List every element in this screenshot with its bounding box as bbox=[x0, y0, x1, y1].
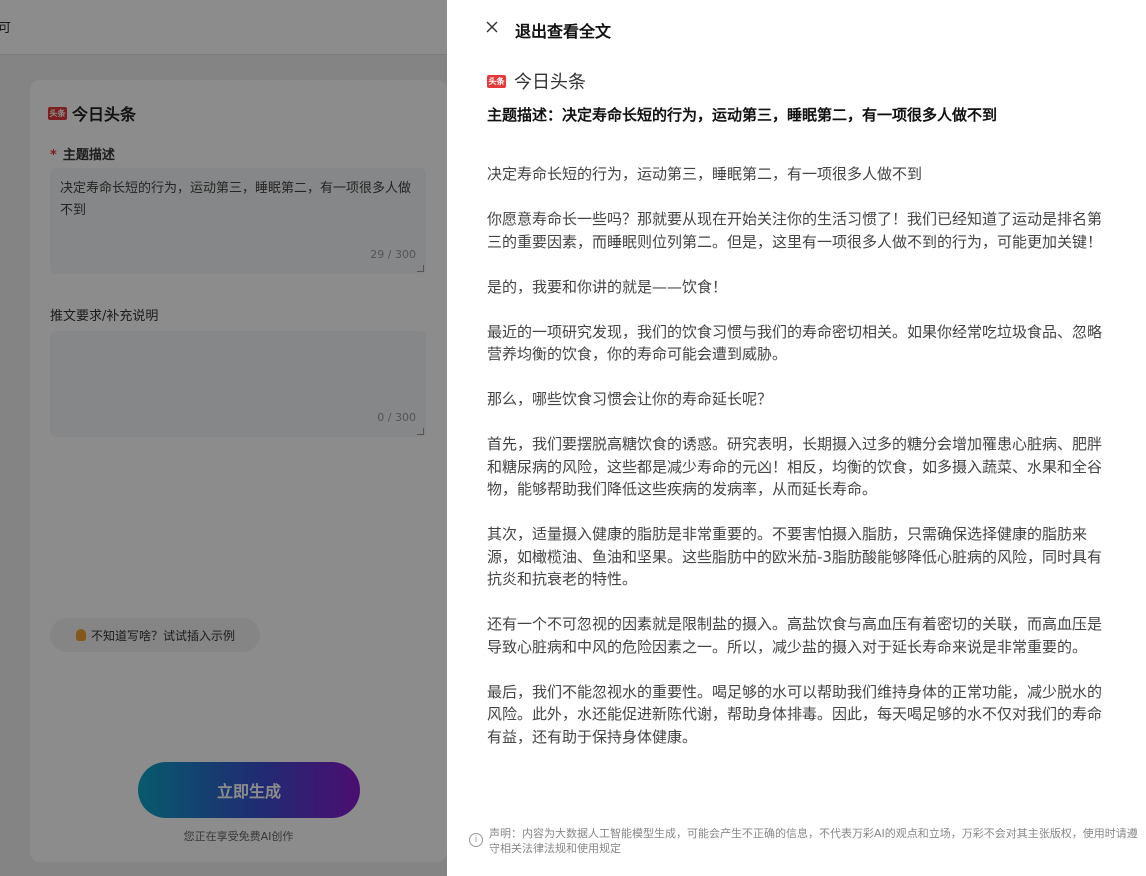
article-paragraph: 首先，我们要摆脱高糖饮食的诱惑。研究表明，长期摄入过多的糖分会增加罹患心脏病、肥… bbox=[487, 435, 1102, 498]
exit-fulltext-title[interactable]: 退出查看全文 bbox=[515, 18, 611, 42]
drawer-platform-name: 今日头条 bbox=[514, 72, 586, 93]
close-icon[interactable] bbox=[485, 20, 499, 34]
drawer-platform-header: 头条 今日头条 bbox=[487, 68, 586, 94]
toutiao-logo-icon: 头条 bbox=[487, 74, 506, 88]
info-icon: i bbox=[469, 833, 483, 847]
article-paragraph: 还有一个不可忽视的因素就是限制盐的摄入。高盐饮食与高血压有着密切的关联，而高血压… bbox=[487, 615, 1102, 656]
disclaimer-text: 声明：内容为大数据人工智能模型生成，可能会产生不正确的信息，不代表万彩AI的观点… bbox=[489, 827, 1138, 855]
article-paragraph: 那么，哪些饮食习惯会让你的寿命延长呢？ bbox=[487, 390, 773, 408]
article-paragraph: 最近的一项研究发现，我们的饮食习惯与我们的寿命密切相关。如果你经常吃垃圾食品、忽… bbox=[487, 322, 1102, 364]
article-paragraph: 你愿意寿命长一些吗？那就要从现在开始关注你的生活习惯了！我们已经知道了运动是排名… bbox=[487, 210, 1102, 251]
article-body: 决定寿命长短的行为，运动第三，睡眠第二，有一项很多人做不到 你愿意寿命长一些吗？… bbox=[487, 163, 1102, 803]
topic-heading: 主题描述：决定寿命长短的行为，运动第三，睡眠第二，有一项很多人做不到 bbox=[487, 106, 998, 124]
article-paragraph: 决定寿命长短的行为，运动第三，睡眠第二，有一项很多人做不到 bbox=[487, 165, 923, 183]
fulltext-drawer: 退出查看全文 头条 今日头条 主题描述：决定寿命长短的行为，运动第三，睡眠第二，… bbox=[447, 0, 1146, 876]
modal-overlay[interactable] bbox=[0, 0, 447, 876]
article-paragraph: 是的，我要和你讲的就是——饮食！ bbox=[487, 277, 728, 296]
article-paragraph: 最后，我们不能忽视水的重要性。喝足够的水可以帮助我们维持身体的正常功能，减少脱水… bbox=[487, 682, 1102, 746]
disclaimer: i 声明：内容为大数据人工智能模型生成，可能会产生不正确的信息，不代表万彩AI的… bbox=[469, 826, 1146, 856]
article-paragraph: 其次，适量摄入健康的脂肪是非常重要的。不要害怕摄入脂肪，只需确保选择健康的脂肪来… bbox=[487, 525, 1102, 588]
